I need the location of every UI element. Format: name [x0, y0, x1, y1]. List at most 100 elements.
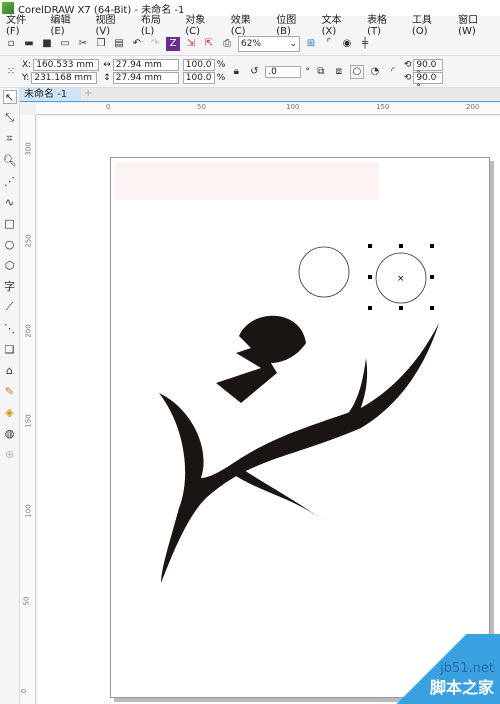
head-shape[interactable] [216, 315, 306, 403]
connector-tool-icon[interactable]: ⋱ [3, 321, 17, 335]
shape-tool-icon[interactable]: ⤡ [3, 111, 17, 125]
rotation-angle-input[interactable]: .0 [265, 65, 302, 78]
y-label: Y: [22, 73, 30, 83]
width-input[interactable]: 27.94 mm [112, 59, 179, 71]
polygon-tool-icon[interactable]: ⬡ [3, 258, 17, 272]
ellipse-tool-icon[interactable]: ○ [3, 237, 17, 251]
undo-icon[interactable]: ↶ [130, 37, 144, 51]
degree-label: ° [305, 66, 310, 77]
print-icon[interactable]: ▭ [58, 37, 72, 51]
copy-icon[interactable]: ❐ [94, 37, 108, 51]
menu-tools[interactable]: 工具(O) [406, 11, 452, 37]
mirror-vertical-icon[interactable]: ⧈ [332, 65, 346, 79]
property-bar: ⁙ X: 160.533 mm Y: 231.168 mm ↔ 27.94 mm ↕ 2… [0, 56, 500, 93]
drop-shadow-icon[interactable]: ❏ [3, 342, 17, 356]
menu-table[interactable]: 表格(T) [361, 11, 406, 37]
menu-view[interactable]: 视图(V) [89, 11, 134, 37]
scale-x-input[interactable]: 100.0 [182, 59, 215, 71]
x-label: X: [22, 60, 32, 70]
mirror-horizontal-icon[interactable]: ⧉ [314, 65, 328, 79]
chevron-down-icon: ⌄ [289, 38, 297, 49]
start-angle-icon: ⟲ [403, 60, 412, 70]
rotate-icon: ↺ [250, 66, 259, 77]
menu-effects[interactable]: 效果(C) [225, 11, 271, 37]
dimension-tool-icon[interactable]: ⟋ [3, 300, 17, 314]
pick-tool-icon[interactable]: ↖ [2, 90, 17, 104]
rectangle-tool-icon[interactable]: □ [3, 216, 17, 230]
circle-shape[interactable] [298, 246, 350, 298]
ellipse-icon[interactable]: ○ [349, 64, 364, 79]
zoom-tool-icon[interactable]: 🔍︎ [3, 153, 17, 167]
page[interactable]: × [110, 157, 490, 698]
ruler-label: 200 [24, 324, 33, 338]
export-icon[interactable]: ⇱ [202, 37, 216, 51]
percent-label: % [216, 60, 226, 70]
x-position-input[interactable]: 160.533 mm [33, 59, 100, 71]
percent-label: % [216, 73, 226, 83]
branch-shape[interactable] [231, 468, 326, 523]
branch-shape[interactable] [159, 323, 439, 583]
menu-object[interactable]: 对象(C) [179, 11, 225, 37]
menu-window[interactable]: 窗口(W) [452, 11, 500, 37]
menu-bar: 文件(F) 编辑(E) 视图(V) 布局(L) 对象(C) 效果(C) 位图(B… [0, 15, 500, 37]
publish-pdf-icon[interactable]: ⎙ [220, 37, 234, 51]
height-input[interactable]: 27.94 mm [112, 72, 179, 84]
width-icon: ↔ [103, 60, 111, 70]
show-guidelines-icon[interactable]: ╪ [358, 37, 372, 51]
text-tool-icon[interactable]: 字 [3, 279, 17, 293]
interactive-fill-icon[interactable]: ◈ [3, 405, 17, 419]
ruler-label: 0 [106, 103, 111, 111]
artistic-media-icon[interactable]: ∿ [3, 195, 17, 209]
end-angle-icon: ⟲ [403, 73, 412, 83]
ruler-label: 150 [376, 103, 390, 111]
ruler-label: 50 [22, 596, 31, 606]
add-tool-icon[interactable]: ⊕ [3, 447, 17, 461]
import-icon[interactable]: ⇲ [184, 37, 198, 51]
reference-point-icon[interactable]: ⁙ [4, 65, 18, 79]
menu-bitmaps[interactable]: 位图(B) [270, 11, 315, 37]
start-angle-input[interactable]: 90.0 ° [413, 59, 444, 80]
crop-tool-icon[interactable]: ⌗ [3, 132, 17, 146]
add-tab-button[interactable]: + [81, 88, 95, 101]
document-tabs: 未命名 -1 + [20, 88, 500, 102]
save-icon[interactable]: ■ [40, 37, 54, 51]
cut-icon[interactable]: ✂ [76, 37, 90, 51]
menu-file[interactable]: 文件(F) [0, 11, 45, 37]
y-position-input[interactable]: 231.168 mm [31, 72, 98, 84]
watermark: jb51.net 脚本之家 [380, 634, 500, 704]
paste-icon[interactable]: ▤ [112, 37, 126, 51]
toolbox: ↖ ⤡ ⌗ 🔍︎ ⋰ ∿ □ ○ ⬡ 字 ⟋ ⋱ ❏ ⌂ ✎ ◈ ◍ ⊕ [0, 88, 20, 704]
zoom-level-select[interactable]: 62% ⌄ [238, 35, 300, 52]
tab-document[interactable]: 未命名 -1 [20, 88, 82, 101]
smart-fill-icon[interactable]: ◍ [3, 426, 17, 440]
vertical-ruler[interactable]: 300 250 200 150 100 50 0 [20, 115, 36, 704]
lock-ratio-icon[interactable]: 🔒︎ [229, 65, 243, 79]
full-screen-icon[interactable]: ⊞ [304, 37, 318, 51]
artwork: × [115, 162, 439, 583]
ruler-label: 300 [24, 142, 33, 156]
menu-text[interactable]: 文本(X) [316, 11, 361, 37]
ruler-label: 150 [24, 414, 33, 428]
show-rulers-icon[interactable]: ⌜ [322, 37, 336, 51]
drawing-canvas[interactable]: × [37, 116, 500, 704]
scale-y-input[interactable]: 100.0 [182, 72, 215, 84]
zoom-level-value: 62% [241, 38, 262, 49]
faint-rectangle[interactable] [115, 162, 379, 200]
menu-edit[interactable]: 编辑(E) [45, 11, 90, 37]
horizontal-ruler[interactable]: 0 50 100 150 200 [36, 103, 500, 115]
menu-layout[interactable]: 布局(L) [135, 11, 179, 37]
end-angle-input[interactable]: 90.0 ° [413, 72, 444, 93]
search-content-icon[interactable]: Z [166, 36, 180, 51]
show-grid-icon[interactable]: ◉ [340, 37, 354, 51]
transparency-icon[interactable]: ⌂ [3, 363, 17, 377]
ruler-label: 100 [286, 103, 300, 111]
pie-icon[interactable]: ◔ [368, 65, 382, 79]
freehand-tool-icon[interactable]: ⋰ [3, 174, 17, 188]
ruler-label: 0 [20, 688, 29, 694]
eyedropper-icon[interactable]: ✎ [3, 384, 17, 398]
ruler-label: 250 [24, 234, 33, 248]
arc-icon[interactable]: ◜ [386, 65, 400, 79]
new-icon[interactable]: ▫ [4, 37, 18, 51]
redo-icon[interactable]: ↷ [148, 37, 162, 51]
open-icon[interactable]: ▬ [22, 37, 36, 51]
